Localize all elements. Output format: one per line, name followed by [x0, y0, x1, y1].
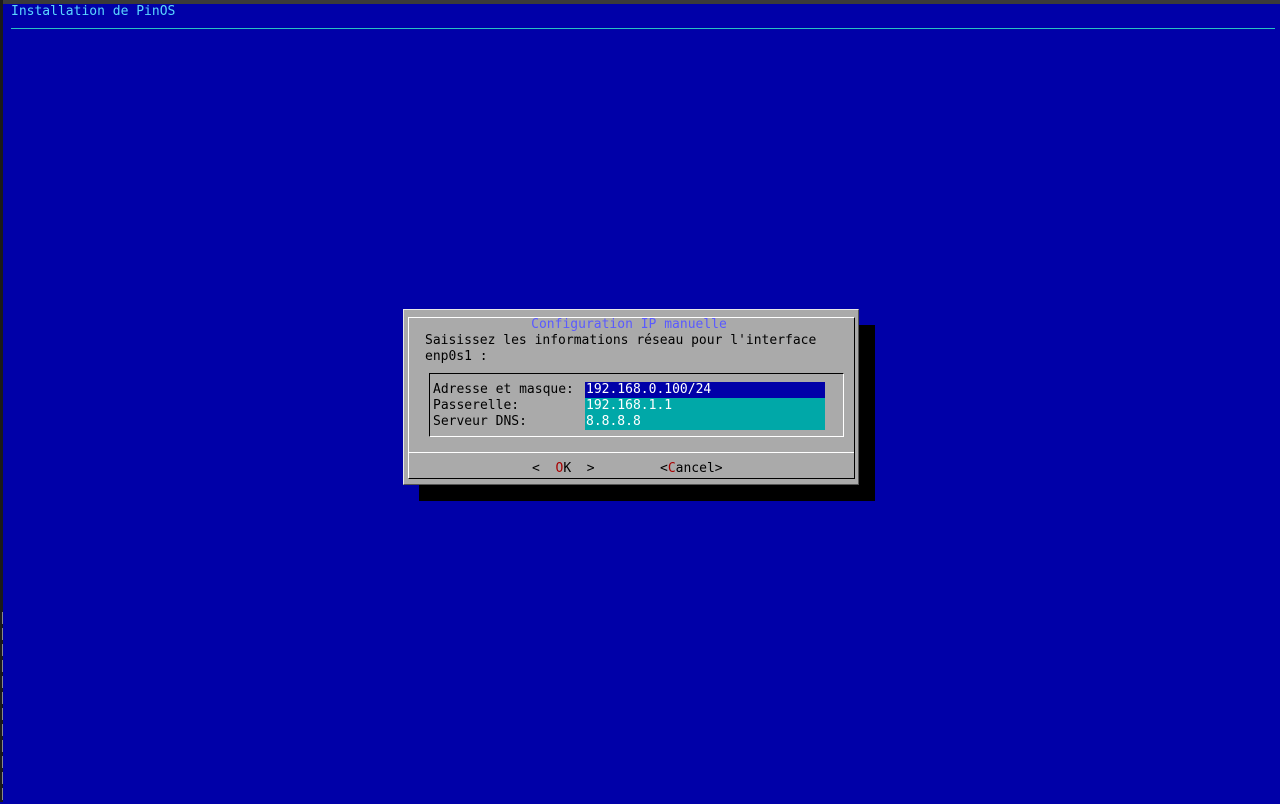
left-margin-marks — [0, 612, 3, 804]
manual-ip-dialog: Configuration IP manuelle Saisissez les … — [403, 309, 859, 485]
cancel-button[interactable]: <Cancel> — [660, 461, 723, 477]
field-row-gateway: Passerelle: 192.168.1.1 — [433, 398, 843, 414]
field-row-dns: Serveur DNS: 8.8.8.8 — [433, 414, 843, 430]
dialog-frame: Configuration IP manuelle Saisissez les … — [408, 317, 855, 479]
window-top-edge — [0, 0, 1280, 4]
dialog-title: Configuration IP manuelle — [527, 318, 731, 332]
address-input[interactable]: 192.168.0.100/24 — [585, 382, 825, 398]
button-separator — [409, 452, 854, 453]
gateway-label: Passerelle: — [433, 398, 520, 413]
title-divider — [11, 28, 1275, 29]
dns-label: Serveur DNS: — [433, 414, 527, 429]
installer-title: Installation de PinOS — [11, 4, 176, 19]
dialog-prompt: Saisissez les informations réseau pour l… — [425, 333, 817, 364]
dialog-buttons: < OK > <Cancel> — [409, 461, 854, 477]
address-label: Adresse et masque: — [433, 382, 574, 397]
dns-input[interactable]: 8.8.8.8 — [585, 414, 825, 430]
ok-button[interactable]: < OK > — [532, 461, 595, 477]
network-form: Adresse et masque: 192.168.0.100/24 Pass… — [429, 373, 844, 437]
cancel-hotkey: C — [667, 461, 676, 476]
gateway-input[interactable]: 192.168.1.1 — [585, 398, 825, 414]
field-row-address: Adresse et masque: 192.168.0.100/24 — [433, 382, 843, 398]
